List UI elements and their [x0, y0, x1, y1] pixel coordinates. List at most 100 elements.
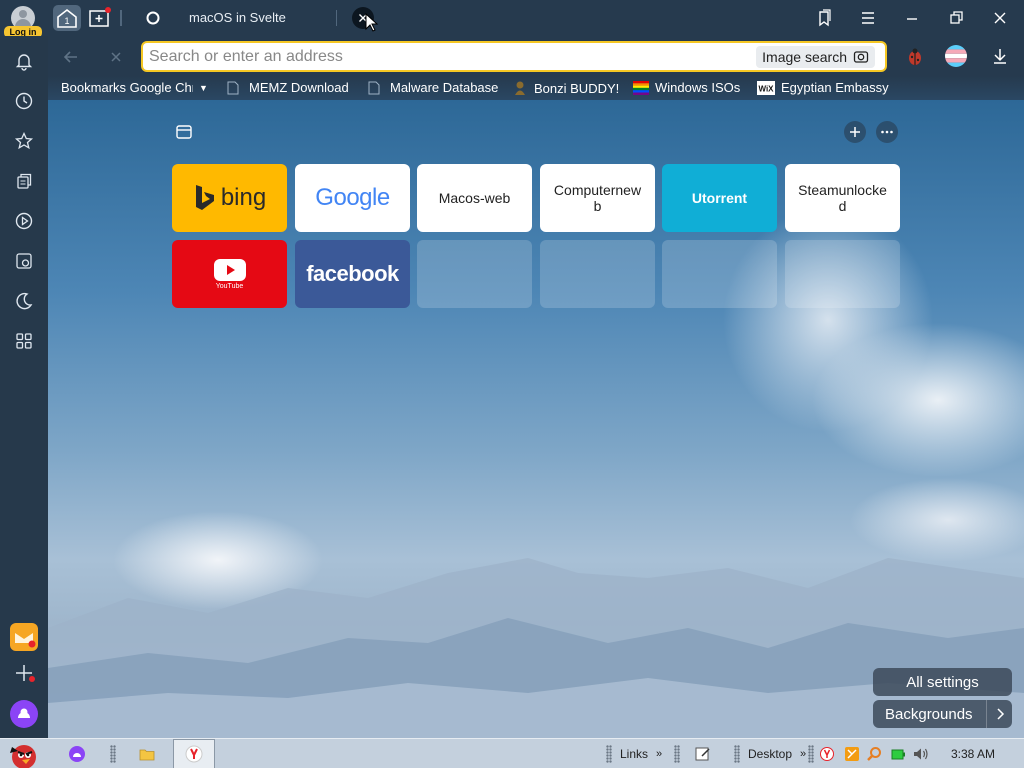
tile-label: facebook — [306, 261, 399, 286]
bookmark-folder-google[interactable]: Bookmarks Google Chr ▼ — [61, 80, 208, 95]
image-search-button[interactable]: Image search — [756, 46, 875, 68]
volume-tray-icon[interactable] — [912, 739, 930, 768]
chevron-double-right-icon[interactable]: » — [656, 748, 662, 760]
bookmark-label: Egyptian Embassy — [781, 80, 889, 95]
angry-bird-icon — [10, 745, 36, 768]
tile-label: bing — [220, 184, 267, 211]
bookmark-bonzi-buddy[interactable]: Bonzi BUDDY! — [512, 80, 619, 96]
tile-facebook[interactable]: facebook — [295, 240, 410, 308]
taskbar-grip — [808, 739, 814, 768]
chevron-double-right-icon[interactable]: » — [800, 748, 806, 760]
tile-empty[interactable] — [662, 240, 777, 308]
tab-divider — [120, 10, 122, 26]
more-options-icon[interactable] — [876, 121, 898, 143]
ladybug-extension-icon[interactable] — [904, 46, 926, 68]
address-input[interactable] — [149, 46, 749, 68]
taskbar: Links » Desktop » 3:38 AM — [0, 738, 1024, 768]
tile-utorrent[interactable]: Utorrent — [662, 164, 777, 232]
camera-search-icon — [853, 51, 869, 63]
minimize-icon[interactable] — [902, 8, 922, 28]
page-icon — [368, 81, 380, 94]
tab-group-count: 1 — [64, 16, 69, 26]
bookmark-label: Malware Database — [390, 80, 499, 95]
bookmark-malware-database[interactable]: Malware Database — [368, 80, 498, 95]
tile-empty[interactable] — [785, 240, 900, 308]
tile-label: Computernew b — [553, 182, 642, 214]
desktop-label: Desktop — [748, 747, 793, 761]
apps-grid-icon[interactable] — [14, 331, 34, 351]
tile-label: Steamunlocke d — [798, 182, 887, 214]
tile-macos-web[interactable]: Macos-web — [417, 164, 532, 232]
back-arrow-icon[interactable] — [61, 47, 81, 67]
clock[interactable]: 3:38 AM — [951, 739, 995, 768]
stop-icon[interactable] — [106, 47, 126, 67]
alice-taskbar-icon[interactable] — [68, 739, 86, 768]
yandex-browser-icon — [185, 745, 203, 763]
tile-steamunlocked[interactable]: Steamunlocke d — [785, 164, 900, 232]
search-tray-icon[interactable] — [866, 739, 882, 768]
home-icon: 1 — [57, 8, 77, 28]
chevron-right-icon[interactable] — [986, 700, 1012, 728]
tile-label: YouTube — [215, 282, 244, 290]
bookmarks-star-icon[interactable] — [14, 131, 34, 151]
close-window-icon[interactable] — [990, 8, 1010, 28]
taskbar-grip — [674, 739, 680, 768]
mail-app-icon[interactable] — [10, 623, 38, 651]
bookmark-egyptian-embassy[interactable]: WiX Egyptian Embassy — [757, 80, 889, 95]
collections-cards-icon[interactable] — [14, 171, 34, 191]
rainbow-flag-icon — [633, 80, 649, 95]
tile-bing[interactable]: bing — [172, 164, 287, 232]
bookmark-label: Windows ISOs — [655, 80, 741, 95]
mouse-cursor-icon — [365, 13, 379, 32]
notifications-bell-icon[interactable] — [14, 51, 34, 71]
video-play-icon[interactable] — [14, 211, 34, 231]
menu-icon[interactable] — [858, 8, 878, 28]
new-tab-group-icon[interactable] — [87, 6, 113, 30]
bookmark-label: MEMZ Download — [249, 80, 349, 95]
backgrounds-label: Backgrounds — [885, 705, 973, 723]
add-tile-icon[interactable] — [844, 121, 866, 143]
tile-empty[interactable] — [540, 240, 655, 308]
flag-extension-icon[interactable] — [945, 45, 967, 67]
all-settings-button[interactable]: All settings — [873, 668, 1012, 696]
bookmark-memz[interactable]: MEMZ Download — [227, 80, 349, 95]
taskbar-grip — [110, 739, 116, 768]
notepad-icon[interactable] — [694, 739, 712, 768]
collections-icon[interactable] — [814, 8, 834, 28]
tile-google[interactable]: Google — [295, 164, 410, 232]
wix-icon: WiX — [757, 80, 775, 95]
yandex-tray-icon[interactable] — [820, 739, 834, 768]
clock-time: 3:38 AM — [951, 747, 996, 761]
start-button[interactable] — [2, 739, 48, 768]
tab-title[interactable]: macOS in Svelte — [189, 10, 286, 25]
tile-youtube[interactable]: YouTube — [172, 240, 287, 308]
tile-computernewb[interactable]: Computernew b — [540, 164, 655, 232]
screenshot-camera-icon[interactable] — [14, 251, 34, 271]
yandex-browser-task[interactable] — [173, 739, 215, 768]
restore-icon[interactable] — [946, 8, 966, 28]
address-bar[interactable]: Image search — [141, 41, 887, 72]
bookmark-label: Bookmarks Google Chr — [61, 80, 193, 95]
tile-empty[interactable] — [417, 240, 532, 308]
all-settings-label: All settings — [906, 673, 979, 691]
tab-group-button[interactable]: 1 — [53, 5, 81, 31]
tabs-panel-icon[interactable] — [175, 123, 193, 141]
history-clock-icon[interactable] — [14, 91, 34, 111]
battery-tray-icon[interactable] — [890, 739, 906, 768]
desktop-toolbar[interactable]: Desktop » — [748, 739, 806, 768]
svg-text:WiX: WiX — [758, 84, 774, 93]
tile-label: Macos-web — [438, 190, 511, 206]
dark-mode-moon-icon[interactable] — [14, 291, 34, 311]
utility-tray-icon[interactable] — [844, 739, 860, 768]
links-toolbar[interactable]: Links » — [620, 739, 662, 768]
bookmark-windows-isos[interactable]: Windows ISOs — [633, 80, 740, 95]
add-panel-icon[interactable] — [12, 661, 36, 685]
alice-assistant-icon[interactable] — [10, 700, 38, 728]
tile-label: Google — [315, 184, 390, 211]
file-explorer-icon[interactable] — [138, 739, 156, 768]
bing-logo-icon — [195, 185, 214, 210]
youtube-logo-icon — [213, 258, 246, 281]
backgrounds-button[interactable]: Backgrounds — [873, 700, 1012, 728]
bookmark-label: Bonzi BUDDY! — [534, 80, 620, 96]
download-icon[interactable] — [990, 46, 1010, 66]
